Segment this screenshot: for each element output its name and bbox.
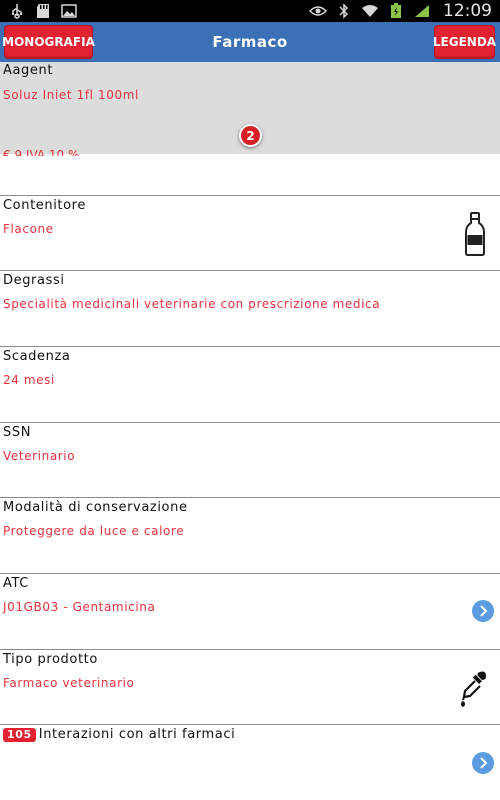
app-root: 12:09 MONOGRAFIA Farmaco LEGENDA Aagent …	[0, 0, 500, 800]
row-label: Modalità di conservazione	[3, 500, 188, 515]
row-label: ATC	[3, 576, 29, 591]
row-label: Scadenza	[3, 349, 71, 364]
row-label: Degrassi	[3, 273, 65, 288]
list-row-atc[interactable]: ATC J01GB03 - Gentamicina	[0, 574, 500, 650]
status-right: 12:09	[309, 1, 492, 21]
row-value: Flacone	[3, 222, 54, 236]
list-row-scadenza[interactable]: Scadenza 24 mesi	[0, 347, 500, 423]
image-icon	[60, 3, 78, 19]
row-label: Tipo prodotto	[3, 652, 98, 667]
row-label: SSN	[3, 425, 32, 440]
row-value: Farmaco veterinario	[3, 676, 135, 690]
interactions-count-badge: 105	[3, 728, 36, 742]
app-header: MONOGRAFIA Farmaco LEGENDA	[0, 22, 500, 62]
bluetooth-icon	[335, 3, 353, 19]
list-row-interazioni[interactable]: 105 Interazioni con altri farmaci	[0, 725, 500, 800]
count-badge[interactable]: 2	[239, 124, 262, 147]
status-bar: 12:09	[0, 0, 500, 22]
dropper-icon	[460, 670, 488, 712]
list-row-contenitore[interactable]: Contenitore Flacone	[0, 196, 500, 271]
wifi-icon	[361, 3, 379, 19]
sd-card-icon	[34, 3, 52, 19]
signal-icon	[413, 3, 431, 19]
chevron-right-icon[interactable]	[472, 600, 494, 622]
list-row-tipo-prodotto[interactable]: Tipo prodotto Farmaco veterinario	[0, 650, 500, 725]
chevron-right-icon[interactable]	[472, 752, 494, 774]
row-value: Proteggere da luce e calore	[3, 524, 185, 538]
row-value: 24 mesi	[3, 373, 55, 387]
list-row-conservazione[interactable]: Modalità di conservazione Proteggere da …	[0, 498, 500, 574]
eye-icon	[309, 3, 327, 19]
row-label: Contenitore	[3, 198, 86, 213]
status-left	[8, 3, 78, 19]
monografia-button[interactable]: MONOGRAFIA	[2, 25, 95, 59]
overlay-value: Soluz Iniet 1fl 100ml	[3, 88, 139, 102]
row-value: Veterinario	[3, 449, 76, 463]
row-label: 105 Interazioni con altri farmaci	[3, 727, 235, 742]
list-row-degrassi[interactable]: Degrassi Specialità medicinali veterinar…	[0, 271, 500, 347]
status-time: 12:09	[443, 1, 492, 21]
battery-icon	[387, 3, 405, 19]
row-value: Specialità medicinali veterinarie con pr…	[3, 297, 381, 311]
row-label-text: Interazioni con altri farmaci	[38, 727, 236, 742]
overlay-label: Aagent	[3, 63, 54, 78]
list-row-ssn[interactable]: SSN Veterinario	[0, 423, 500, 498]
page-title: Farmaco	[212, 33, 288, 51]
bottle-icon	[464, 212, 486, 260]
legenda-button[interactable]: LEGENDA	[433, 25, 496, 59]
usb-icon	[8, 3, 26, 19]
list-row-partial	[0, 154, 500, 196]
row-value: J01GB03 - Gentamicina	[3, 600, 156, 614]
